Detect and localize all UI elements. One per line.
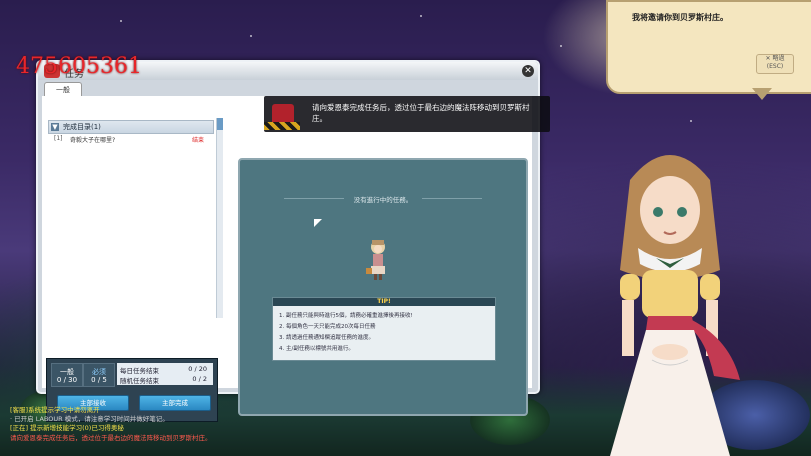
stat-required: 必须 0 / 5 xyxy=(83,363,115,387)
list-item[interactable]: [1] 奇毅大子在哪里? 结束 xyxy=(48,134,212,145)
notice-text: 请向爱恩泰完成任务后，透过位于最右边的魔法阵移动到贝罗斯村庄。 xyxy=(312,103,530,123)
tip-line: 2. 每個角色一天只能完成20次每日任務 xyxy=(279,324,376,330)
close-icon[interactable]: ✕ xyxy=(522,65,534,77)
npc-dialog-box: 我将邀请你到贝罗斯村庄。 ✕ 略過 (ESC) xyxy=(606,0,811,94)
stat-general-value: 0 / 30 xyxy=(56,376,78,384)
quest-notice-banner: 请向爱恩泰完成任务后，透过位于最右边的魔法阵移动到贝罗斯村庄。 xyxy=(264,96,550,132)
character-sprite xyxy=(366,240,385,280)
random-label: 随机任务结束 xyxy=(120,377,159,385)
warning-stripe xyxy=(264,122,300,130)
quest-number: [1] xyxy=(54,135,63,142)
chat-line: 请向爱恩泰完成任务后，透过位于最右边的魔法阵移动到贝罗斯村庄。 xyxy=(10,434,212,442)
chat-line: [正在] 提示新增技能学习(0)已习得奥秘 xyxy=(10,424,124,432)
category-header[interactable]: ▼ 完成目录(1) xyxy=(48,120,214,134)
tip-line: 1. 副任務只能與時進行5個，請務必確重進擇後再接收! xyxy=(279,313,413,319)
tip-box: TIP! 1. 副任務只能與時進行5個，請務必確重進擇後再接收! 2. 每個角色… xyxy=(272,297,496,361)
random-count-row: 随机任务结束 0 / 2 xyxy=(120,375,210,385)
stat-counts: 每日任务结束 0 / 20 随机任务结束 0 / 2 xyxy=(117,363,213,385)
mouse-cursor-icon xyxy=(314,219,322,227)
tip-line: 4. 主/副任務以標號共用進行。 xyxy=(279,346,354,352)
category-label: 完成目录(1) xyxy=(63,123,101,131)
collapse-toggle-icon[interactable]: ▼ xyxy=(51,123,59,131)
skip-button[interactable]: ✕ 略過 (ESC) xyxy=(756,54,794,74)
stat-required-value: 0 / 5 xyxy=(91,376,107,384)
quest-detail-area: 没有進行中的任務。 TIP! 1. 副任務只能與時進行5個，請務必確重進擇後再接… xyxy=(238,158,528,416)
dialog-text: 我将邀请你到贝罗斯村庄。 xyxy=(632,13,728,22)
chat-line: [客服]系统提示学习中请勿离开 xyxy=(10,406,100,414)
daily-label: 每日任务结束 xyxy=(120,367,159,375)
quest-status: 结束 xyxy=(191,137,204,144)
npc-character xyxy=(610,155,740,456)
tip-title: TIP! xyxy=(273,298,495,306)
scrollbar-thumb[interactable] xyxy=(217,118,223,130)
quest-name: 奇毅大子在哪里? xyxy=(70,137,116,144)
daily-value: 0 / 20 xyxy=(188,365,207,373)
tab-general[interactable]: 一般 xyxy=(44,82,82,97)
chat-line: · 已开启 LABOUR 模式，请注意学习时间并做好笔记。 xyxy=(10,415,169,423)
quest-panel: ▼ 完成目录(1) [1] 奇毅大子在哪里? 结束 一般 0 / 30 必须 0… xyxy=(42,96,532,422)
quest-list: ▼ 完成目录(1) [1] 奇毅大子在哪里? 结束 xyxy=(46,118,216,318)
tip-line: 3. 請透過任務通知欄追蹤任務的進度。 xyxy=(279,335,374,341)
dialog-tail xyxy=(752,88,772,100)
skip-label: ✕ 略過 xyxy=(765,55,785,62)
chat-log: [客服]系统提示学习中请勿离开 · 已开启 LABOUR 模式，请注意学习时间并… xyxy=(2,404,342,454)
stat-general: 一般 0 / 30 xyxy=(51,363,83,387)
daily-count-row: 每日任务结束 0 / 20 xyxy=(120,365,210,375)
skip-shortcut: (ESC) xyxy=(766,63,784,70)
watermark-number: 475605361 xyxy=(16,54,142,79)
random-value: 0 / 2 xyxy=(192,375,207,383)
no-quest-message: 没有進行中的任務。 xyxy=(353,196,413,204)
list-scrollbar[interactable] xyxy=(216,118,223,318)
